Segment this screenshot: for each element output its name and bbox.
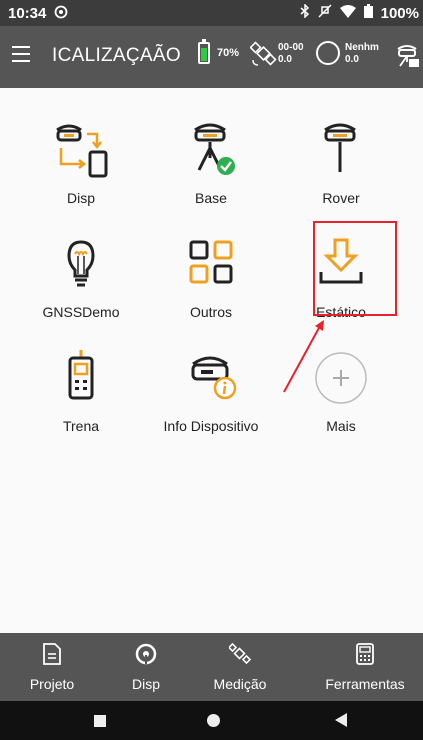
tile-base[interactable]: Base: [146, 100, 276, 212]
nav-label: Disp: [131, 676, 160, 692]
lightbulb-icon: [49, 232, 113, 296]
tile-outros[interactable]: Outros: [146, 214, 276, 326]
tile-info-dispositivo[interactable]: Info Dispositivo: [146, 328, 276, 440]
bluetooth-icon: [300, 3, 310, 22]
recents-button[interactable]: [94, 715, 106, 727]
mute-icon: [318, 4, 332, 22]
fix-line1: Nenhm: [345, 42, 379, 53]
tile-label: Outros: [189, 304, 232, 320]
highlight-box: [313, 221, 397, 316]
device-status-icon[interactable]: [394, 42, 420, 73]
tile-gnssdemo[interactable]: GNSSDemo: [16, 214, 146, 326]
page-title: ICALIZAÇAÃO: [52, 45, 181, 66]
nav-disp[interactable]: Disp: [110, 633, 182, 701]
antenna-icon: [135, 643, 157, 670]
bottom-nav: Projeto Disp Medição Ferramentas: [0, 633, 423, 701]
receiver-battery-icon: [198, 39, 210, 64]
tile-trena[interactable]: Trena: [16, 328, 146, 440]
nav-medicao[interactable]: Medição: [200, 633, 280, 701]
fix-status-icon[interactable]: [316, 41, 340, 65]
annotation-arrow: [280, 316, 328, 401]
nav-ferramentas[interactable]: Ferramentas: [310, 633, 420, 701]
system-nav-bar: [0, 701, 423, 740]
receiver-battery-level: 70%: [217, 47, 240, 59]
back-button[interactable]: [335, 713, 347, 727]
wifi-icon: [339, 4, 356, 22]
tile-label: Base: [195, 190, 227, 206]
device-info-icon: [179, 346, 243, 410]
rover-icon: [309, 118, 373, 182]
home-button[interactable]: [207, 714, 220, 727]
battery-status-icon: [363, 4, 373, 22]
battery-percent: 100%: [380, 4, 419, 22]
satellite-count: 00-00 0.0: [278, 42, 304, 66]
sync-icon: [54, 5, 68, 22]
tile-label: GNSSDemo: [42, 304, 120, 320]
status-bar: 10:34 100%: [0, 0, 423, 26]
app-bar: ICALIZAÇAÃO 70% 00-00 0.0 Nenhm 0.0: [0, 26, 423, 88]
nav-projeto[interactable]: Projeto: [12, 633, 92, 701]
grid-icon: [179, 232, 243, 296]
tile-label: Trena: [62, 418, 100, 434]
menu-icon[interactable]: [12, 46, 30, 62]
device-connect-icon: [49, 118, 113, 182]
tile-rover[interactable]: Rover: [276, 100, 406, 212]
tile-label: Disp: [66, 190, 95, 206]
sat-line2: 0.0: [278, 54, 292, 65]
nav-label: Ferramentas: [325, 676, 405, 692]
laser-meter-icon: [49, 346, 113, 410]
tile-label: Mais: [326, 418, 356, 434]
satellite-icon: [227, 642, 252, 670]
base-station-icon: [179, 118, 243, 182]
tile-label: Info Dispositivo: [163, 418, 259, 434]
nav-label: Projeto: [29, 676, 75, 692]
status-time: 10:34: [8, 4, 47, 22]
tile-disp[interactable]: Disp: [16, 100, 146, 212]
fix-status: Nenhm 0.0: [345, 42, 379, 66]
fix-line2: 0.0: [345, 54, 359, 65]
tile-label: Rover: [322, 190, 360, 206]
satellite-status-icon[interactable]: [249, 40, 278, 73]
document-icon: [42, 643, 62, 670]
calculator-icon: [355, 643, 375, 670]
nav-label: Medição: [213, 676, 267, 692]
sat-line1: 00-00: [278, 42, 304, 53]
